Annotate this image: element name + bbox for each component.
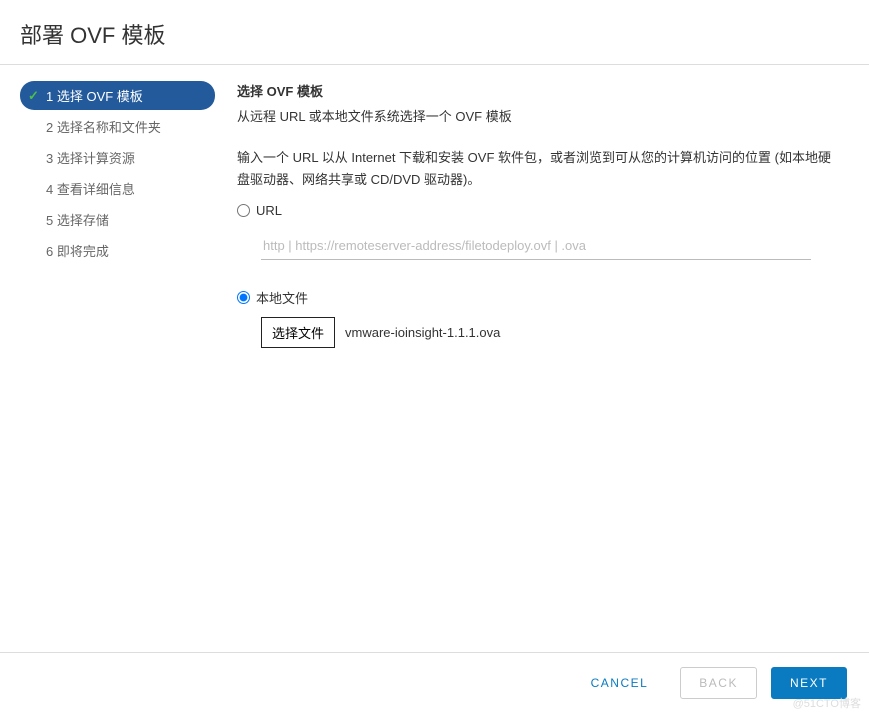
step-label: 3 选择计算资源	[46, 148, 135, 167]
cancel-button[interactable]: CANCEL	[573, 668, 667, 698]
step-2-name-folder: 2 选择名称和文件夹	[20, 112, 215, 141]
local-file-radio-row[interactable]: 本地文件	[237, 288, 841, 307]
step-label: 6 即将完成	[46, 241, 109, 260]
step-4-details: 4 查看详细信息	[20, 174, 215, 203]
content-area: ✓ 1 选择 OVF 模板 2 选择名称和文件夹 3 选择计算资源 4 查看详细…	[0, 65, 869, 348]
url-radio-row[interactable]: URL	[237, 203, 841, 218]
step-1-select-ovf[interactable]: ✓ 1 选择 OVF 模板	[20, 81, 215, 110]
selected-file-name: vmware-ioinsight-1.1.1.ova	[345, 325, 500, 340]
local-file-radio-label: 本地文件	[256, 288, 308, 307]
local-file-radio[interactable]	[237, 291, 250, 304]
dialog-title: 部署 OVF 模板	[0, 0, 869, 65]
section-title: 选择 OVF 模板	[237, 81, 841, 100]
step-5-storage: 5 选择存储	[20, 205, 215, 234]
url-radio[interactable]	[237, 204, 250, 217]
section-subtitle: 从远程 URL 或本地文件系统选择一个 OVF 模板	[237, 106, 841, 125]
step-3-compute: 3 选择计算资源	[20, 143, 215, 172]
url-input[interactable]	[261, 232, 811, 260]
wizard-sidebar: ✓ 1 选择 OVF 模板 2 选择名称和文件夹 3 选择计算资源 4 查看详细…	[0, 75, 225, 348]
url-input-wrap	[237, 228, 841, 268]
step-label: 5 选择存储	[46, 210, 109, 229]
choose-file-button[interactable]: 选择文件	[261, 317, 335, 348]
wizard-main: 选择 OVF 模板 从远程 URL 或本地文件系统选择一个 OVF 模板 输入一…	[225, 75, 869, 348]
step-label: 2 选择名称和文件夹	[46, 117, 161, 136]
step-label: 4 查看详细信息	[46, 179, 135, 198]
next-button[interactable]: NEXT	[771, 667, 847, 699]
step-6-ready: 6 即将完成	[20, 236, 215, 265]
dialog-footer: CANCEL BACK NEXT	[0, 652, 869, 713]
url-radio-label: URL	[256, 203, 282, 218]
back-button: BACK	[680, 667, 757, 699]
description-text: 输入一个 URL 以从 Internet 下载和安装 OVF 软件包，或者浏览到…	[237, 147, 841, 191]
step-label: 1 选择 OVF 模板	[46, 86, 143, 105]
file-row: 选择文件 vmware-ioinsight-1.1.1.ova	[237, 317, 841, 348]
check-icon: ✓	[28, 88, 42, 104]
